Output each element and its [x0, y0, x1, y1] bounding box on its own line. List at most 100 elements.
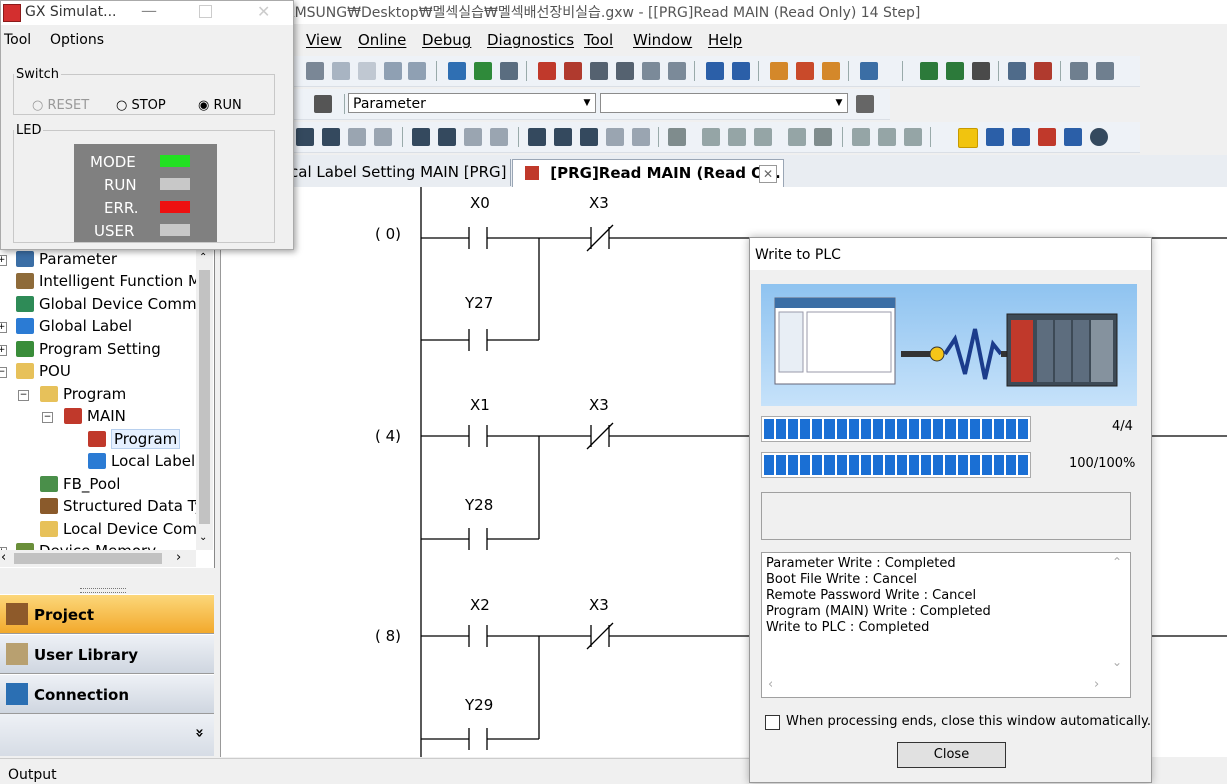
paste-icon[interactable]	[358, 62, 376, 80]
zoom-icon[interactable]	[1090, 128, 1108, 146]
tree-vertical-scrollbar[interactable]: ⌃ ⌄	[196, 250, 213, 550]
edit-mode2-icon[interactable]	[728, 128, 746, 146]
sim-menu-options[interactable]: Options	[50, 32, 104, 48]
tree-item-pou[interactable]: POU	[16, 360, 71, 382]
switch-reset-radio[interactable]: ○ RESET	[32, 98, 89, 113]
comment-display-icon[interactable]	[814, 128, 832, 146]
contact-f7-icon[interactable]	[296, 128, 314, 146]
simulator-icon[interactable]	[860, 62, 878, 80]
note-display-icon[interactable]	[878, 128, 896, 146]
monitor-stop-icon[interactable]	[642, 62, 660, 80]
statement-icon[interactable]	[1096, 62, 1114, 80]
pulse-saf8-icon[interactable]	[490, 128, 508, 146]
cross-ref-icon[interactable]	[986, 128, 1004, 146]
pulse-sf5-icon[interactable]	[412, 128, 430, 146]
undo-icon[interactable]	[384, 62, 402, 80]
splitter-grip[interactable]	[80, 588, 126, 593]
verify-plc-icon[interactable]	[590, 62, 608, 80]
menu-help[interactable]: Help	[708, 31, 742, 49]
menu-online[interactable]: Online	[358, 31, 406, 49]
device-search-icon[interactable]	[448, 62, 466, 80]
monitor-start-icon[interactable]	[668, 62, 686, 80]
read-plc-icon[interactable]	[538, 62, 556, 80]
read-mode-icon[interactable]	[1008, 62, 1026, 80]
scroll-left-icon[interactable]: ‹	[768, 677, 773, 692]
tree-item-fb-pool[interactable]: FB_Pool	[40, 473, 120, 495]
invert-caf10-icon[interactable]	[580, 128, 598, 146]
nav-user-library-button[interactable]: User Library	[0, 634, 214, 674]
contact-sf8-icon[interactable]	[374, 128, 392, 146]
tree-item-intelligent-function[interactable]: Intelligent Function M	[16, 270, 201, 292]
ladder-delete-icon[interactable]	[946, 62, 964, 80]
fall-caf5-icon[interactable]	[554, 128, 572, 146]
tree-item-global-device-comment[interactable]: Global Device Comme	[16, 293, 206, 315]
online-change-icon[interactable]	[822, 62, 840, 80]
pulse-saf7-icon[interactable]	[464, 128, 482, 146]
tree-horizontal-scrollbar[interactable]: › ‹	[0, 550, 196, 567]
edit-mode3-icon[interactable]	[754, 128, 772, 146]
device-combo[interactable]: ▼	[600, 93, 848, 113]
cut-icon[interactable]	[306, 62, 324, 80]
line-f10-icon[interactable]	[606, 128, 624, 146]
scrollbar-thumb[interactable]	[14, 553, 162, 564]
edit-mode-icon[interactable]	[702, 128, 720, 146]
menu-view[interactable]: View	[306, 31, 342, 49]
alias-display-icon[interactable]	[904, 128, 922, 146]
close-icon[interactable]: ✕	[257, 2, 270, 21]
line-sf9-icon[interactable]	[632, 128, 650, 146]
scrollbar-thumb[interactable]	[199, 270, 210, 524]
close-icon[interactable]: ✕	[759, 165, 777, 183]
menu-diagnostics[interactable]: Diagnostics	[487, 31, 574, 49]
zoom-ladder-icon[interactable]	[788, 128, 806, 146]
binoculars-icon[interactable]	[314, 95, 332, 113]
tree-item-global-label[interactable]: Global Label	[16, 315, 132, 337]
result-log[interactable]: Parameter Write : Completed Boot File Wr…	[761, 552, 1131, 698]
document-icon[interactable]	[856, 95, 874, 113]
tree-item-main[interactable]: MAIN	[64, 405, 126, 427]
tree-item-parameter[interactable]: Parameter	[16, 250, 117, 270]
nav-project-button[interactable]: Project	[0, 594, 214, 634]
label-combo[interactable]: Parameter ▼	[348, 93, 596, 113]
close-button[interactable]: Close	[897, 742, 1006, 768]
convert-all-icon[interactable]	[796, 62, 814, 80]
scroll-down-icon[interactable]: ⌄	[1112, 655, 1122, 669]
write-mode-icon[interactable]	[1034, 62, 1052, 80]
comment-icon[interactable]	[1070, 62, 1088, 80]
ladder-view-icon[interactable]	[958, 128, 978, 148]
scroll-up-icon[interactable]: ⌃	[199, 252, 207, 263]
structure-icon[interactable]	[668, 128, 686, 146]
statement-display-icon[interactable]	[852, 128, 870, 146]
output-label[interactable]: Output	[8, 767, 57, 783]
ladder-insert-icon[interactable]	[920, 62, 938, 80]
minimize-icon[interactable]: —	[141, 1, 157, 20]
tree-item-program-folder[interactable]: Program	[40, 383, 126, 405]
auto-close-checkbox[interactable]	[765, 715, 780, 730]
tree-item-structured-data[interactable]: Structured Data Ty	[40, 495, 203, 517]
scroll-right-icon[interactable]: ›	[176, 550, 181, 565]
tree-item-local-device-comment[interactable]: Local Device Comr	[40, 518, 203, 540]
tree-item-main-program[interactable]: Program	[88, 428, 181, 450]
tab-read-main[interactable]: [PRG]Read MAIN (Read O... ✕	[512, 159, 784, 187]
convert-icon[interactable]	[770, 62, 788, 80]
sim-menu-tool[interactable]: Tool	[4, 32, 31, 48]
rise-af5-icon[interactable]	[528, 128, 546, 146]
dev-write-icon[interactable]	[706, 62, 724, 80]
scroll-left-icon[interactable]: ‹	[1, 550, 6, 565]
device-replace-icon[interactable]	[474, 62, 492, 80]
contact-f8-icon[interactable]	[322, 128, 340, 146]
switch-stop-radio[interactable]: ○ STOP	[116, 98, 166, 113]
dev-read-icon[interactable]	[732, 62, 750, 80]
redo-icon[interactable]	[408, 62, 426, 80]
more-icon[interactable]: »	[191, 728, 209, 738]
scroll-up-icon[interactable]: ⌃	[1112, 555, 1122, 569]
monitor-icon[interactable]	[616, 62, 634, 80]
scroll-down-icon[interactable]: ⌄	[199, 532, 207, 543]
contact-sf7-icon[interactable]	[348, 128, 366, 146]
maximize-icon[interactable]	[199, 5, 212, 18]
tree-item-program-setting[interactable]: Program Setting	[16, 338, 161, 360]
device-list-icon[interactable]	[500, 62, 518, 80]
pulse-sf6-icon[interactable]	[438, 128, 456, 146]
scroll-right-icon[interactable]: ›	[1094, 677, 1099, 692]
device-use-icon[interactable]	[1012, 128, 1030, 146]
write-plc-icon[interactable]	[564, 62, 582, 80]
